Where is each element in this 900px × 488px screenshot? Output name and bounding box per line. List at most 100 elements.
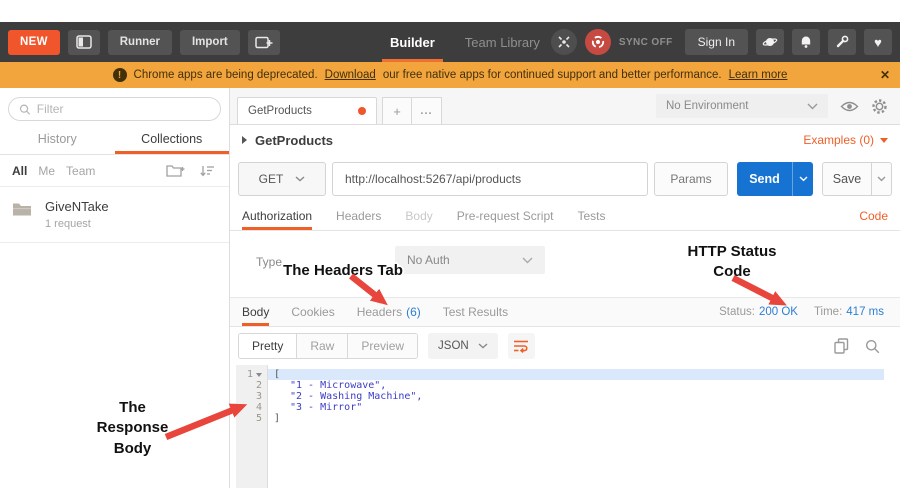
copy-icon[interactable] bbox=[834, 338, 849, 354]
gear-icon bbox=[871, 98, 888, 115]
sync-status-label: SYNC OFF bbox=[619, 37, 673, 48]
url-input[interactable] bbox=[332, 162, 648, 196]
learn-more-link[interactable]: Learn more bbox=[729, 69, 788, 81]
save-options-button[interactable] bbox=[871, 163, 891, 195]
auth-type-label: Type bbox=[256, 255, 282, 269]
planet-icon bbox=[762, 35, 778, 49]
save-button[interactable]: Save bbox=[823, 163, 871, 195]
collection-item[interactable]: GiveNTake 1 request bbox=[0, 187, 229, 243]
heart-icon: ♥ bbox=[874, 35, 882, 50]
caret-right-icon[interactable] bbox=[242, 136, 247, 144]
examples-dropdown[interactable]: Examples (0) bbox=[803, 133, 888, 147]
tab-tests[interactable]: Tests bbox=[577, 202, 605, 230]
http-method-select[interactable]: GET bbox=[238, 162, 326, 196]
sort-icon[interactable] bbox=[200, 164, 217, 178]
tab-authorization[interactable]: Authorization bbox=[242, 202, 312, 230]
new-tab-button[interactable]: + bbox=[382, 97, 412, 124]
view-preview-button[interactable]: Preview bbox=[348, 334, 417, 358]
unsaved-changes-dot bbox=[358, 107, 366, 115]
response-tab-cookies[interactable]: Cookies bbox=[291, 298, 334, 326]
chevron-down-icon bbox=[799, 176, 808, 182]
postman-app-window: NEW Runner Import Builder Team Library bbox=[0, 0, 900, 488]
import-button[interactable]: Import bbox=[180, 30, 240, 55]
chevron-down-icon bbox=[295, 176, 305, 182]
bell-icon bbox=[799, 35, 813, 49]
tab-body[interactable]: Body bbox=[405, 202, 432, 230]
environment-quicklook-button[interactable] bbox=[840, 100, 859, 113]
response-tab-body[interactable]: Body bbox=[242, 298, 269, 326]
sync-button[interactable] bbox=[585, 29, 611, 55]
fold-caret-icon[interactable] bbox=[256, 373, 262, 377]
format-value: JSON bbox=[438, 340, 469, 352]
response-body-editor[interactable]: 1 2 3 4 5 [ "1 - Microwave", "2 - Washin… bbox=[230, 365, 900, 488]
environment-cluster: No Environment bbox=[656, 88, 900, 124]
api-network-button[interactable] bbox=[756, 29, 784, 55]
scope-team[interactable]: Team bbox=[66, 164, 95, 178]
toolbar-right-cluster: SYNC OFF Sign In bbox=[551, 29, 892, 55]
url-row: GET Params Send Save bbox=[230, 155, 900, 202]
new-window-button[interactable] bbox=[248, 30, 280, 55]
response-action-icons bbox=[834, 338, 892, 354]
auth-type-value: No Auth bbox=[407, 253, 450, 267]
response-format-select[interactable]: JSON bbox=[428, 333, 498, 359]
scope-me[interactable]: Me bbox=[38, 164, 55, 178]
filter-box[interactable] bbox=[8, 97, 221, 121]
sign-in-button[interactable]: Sign In bbox=[685, 29, 748, 55]
environment-select[interactable]: No Environment bbox=[656, 94, 828, 118]
settings-tools-button[interactable] bbox=[828, 29, 856, 55]
wrench-icon bbox=[835, 35, 849, 49]
request-tab-getproducts[interactable]: GetProducts bbox=[237, 97, 377, 124]
tab-headers[interactable]: Headers bbox=[336, 202, 381, 230]
filter-input[interactable] bbox=[37, 102, 212, 116]
top-toolbar: NEW Runner Import Builder Team Library bbox=[0, 22, 900, 62]
params-button[interactable]: Params bbox=[654, 162, 728, 196]
environment-settings-button[interactable] bbox=[871, 98, 888, 115]
response-meta: Status:200 OK Time:417 ms bbox=[719, 298, 888, 326]
favorites-button[interactable]: ♥ bbox=[864, 29, 892, 55]
view-raw-button[interactable]: Raw bbox=[297, 334, 348, 358]
layout-panes-button[interactable] bbox=[68, 30, 100, 55]
send-options-button[interactable] bbox=[792, 162, 813, 196]
chevron-down-icon bbox=[877, 176, 886, 182]
interceptor-satellite-icon bbox=[557, 35, 571, 49]
collections-scope-row: All Me Team bbox=[0, 155, 229, 187]
send-button[interactable]: Send bbox=[737, 162, 792, 196]
download-link[interactable]: Download bbox=[325, 69, 376, 81]
new-folder-icon[interactable] bbox=[166, 163, 185, 178]
new-button[interactable]: NEW bbox=[8, 30, 60, 55]
scope-all[interactable]: All bbox=[12, 164, 27, 178]
tab-pre-request-script[interactable]: Pre-request Script bbox=[457, 202, 554, 230]
search-response-icon[interactable] bbox=[865, 339, 880, 354]
folder-icon bbox=[12, 201, 32, 217]
status-label: Status: bbox=[719, 306, 755, 318]
sidebar-tabs: History Collections bbox=[0, 127, 229, 155]
tab-collections[interactable]: Collections bbox=[115, 127, 230, 154]
view-pretty-button[interactable]: Pretty bbox=[239, 334, 297, 358]
send-split-button: Send bbox=[737, 162, 813, 196]
interceptor-button[interactable] bbox=[551, 29, 577, 55]
wrap-lines-button[interactable] bbox=[508, 333, 535, 359]
close-banner-button[interactable]: ✕ bbox=[880, 62, 890, 88]
runner-button[interactable]: Runner bbox=[108, 30, 172, 55]
notifications-button[interactable] bbox=[792, 29, 820, 55]
tab-history[interactable]: History bbox=[0, 127, 115, 154]
time-label: Time: bbox=[814, 306, 842, 318]
tab-builder[interactable]: Builder bbox=[388, 22, 437, 62]
content-area: History Collections All Me Team bbox=[0, 88, 900, 488]
headers-count-badge: (6) bbox=[406, 305, 421, 319]
search-icon bbox=[19, 103, 31, 116]
response-tab-test-results[interactable]: Test Results bbox=[443, 298, 508, 326]
tab-team-library[interactable]: Team Library bbox=[463, 22, 542, 62]
code-line: "3 - Mirror" bbox=[268, 402, 900, 413]
tab-options-button[interactable]: ... bbox=[412, 97, 442, 124]
auth-type-select[interactable]: No Auth bbox=[395, 246, 545, 274]
word-wrap-icon bbox=[513, 339, 529, 353]
generate-code-link[interactable]: Code bbox=[859, 202, 888, 230]
code-line: [ bbox=[268, 369, 884, 380]
code-line: "1 - Microwave", bbox=[268, 380, 900, 391]
response-view-toolbar: Pretty Raw Preview JSON bbox=[230, 327, 900, 365]
response-header: Body Cookies Headers (6) Test Results St… bbox=[230, 297, 900, 327]
request-name: GetProducts bbox=[255, 133, 333, 148]
deprecation-banner: ! Chrome apps are being deprecated. Down… bbox=[0, 62, 900, 88]
response-tab-headers[interactable]: Headers (6) bbox=[357, 298, 421, 326]
